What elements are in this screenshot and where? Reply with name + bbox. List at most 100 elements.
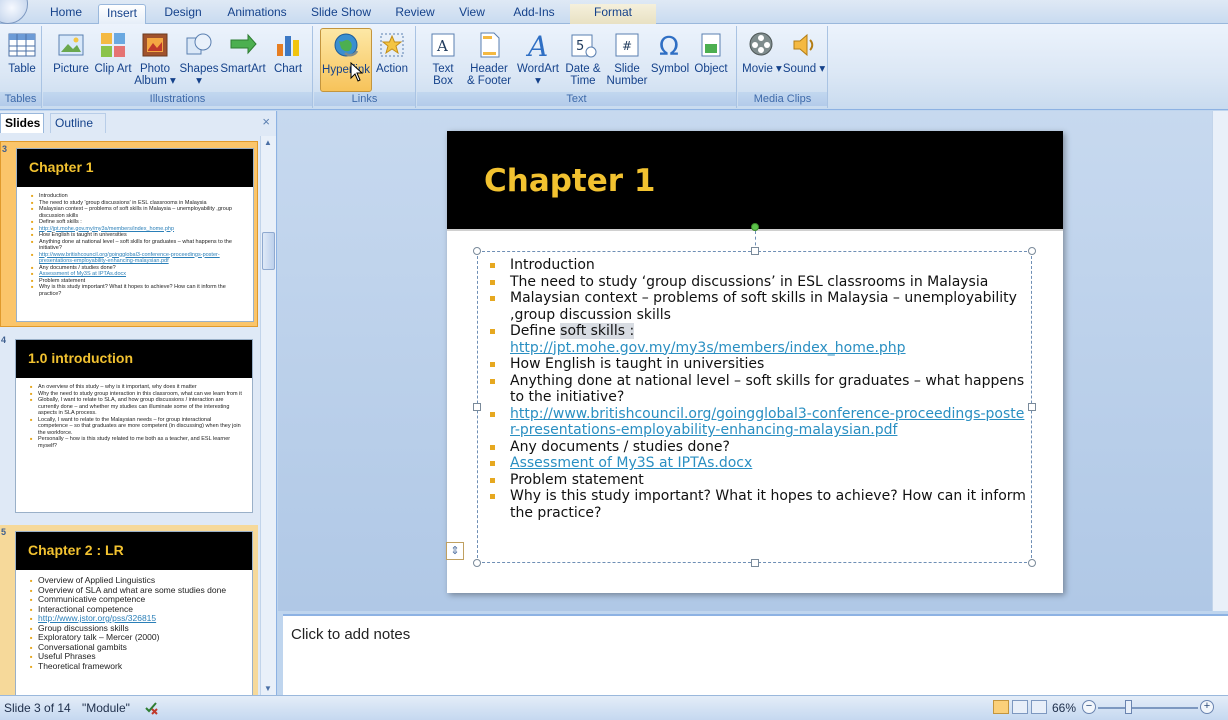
spell-check-icon[interactable] bbox=[143, 699, 159, 715]
object-button[interactable]: Object bbox=[689, 28, 733, 90]
autofit-options-icon[interactable]: ⇕ bbox=[446, 542, 464, 560]
notes-placeholder[interactable]: Click to add notes bbox=[291, 626, 410, 643]
thumb-title: Chapter 1 bbox=[17, 149, 253, 187]
picture-button[interactable]: Picture bbox=[49, 28, 93, 90]
text-box-button[interactable]: A Text Box bbox=[421, 28, 465, 90]
zoom-in-icon[interactable]: + bbox=[1200, 700, 1214, 714]
scroll-down-icon[interactable]: ▼ bbox=[264, 684, 272, 693]
svg-text:A: A bbox=[436, 37, 448, 55]
group-links: Hyperlink Action Links bbox=[314, 26, 416, 108]
bullet-list[interactable]: Introduction The need to study ‘group di… bbox=[487, 257, 1027, 521]
speaker-icon bbox=[793, 33, 814, 57]
object-label: Object bbox=[694, 63, 728, 75]
resize-handle-sw[interactable] bbox=[473, 559, 481, 567]
thumb-body: Introduction The need to study 'group di… bbox=[17, 193, 253, 297]
scroll-thumb[interactable] bbox=[262, 232, 275, 270]
header-footer-button[interactable]: Header & Footer bbox=[465, 28, 513, 90]
rotation-handle[interactable] bbox=[751, 223, 759, 231]
wordart-label: WordArt ▾ bbox=[517, 63, 559, 87]
hyperlink[interactable]: http://www.britishcouncil.org/goinggloba… bbox=[510, 406, 1024, 439]
shapes-button[interactable]: Shapes ▾ bbox=[177, 28, 221, 90]
tab-slide-show[interactable]: Slide Show bbox=[306, 4, 376, 24]
tab-review[interactable]: Review bbox=[388, 4, 442, 24]
tab-design[interactable]: Design bbox=[156, 4, 210, 24]
table-button[interactable]: Table bbox=[0, 28, 44, 90]
clip-art-button[interactable]: Clip Art bbox=[91, 28, 135, 90]
calendar-icon: 5 bbox=[571, 34, 597, 58]
thumbnail-scrollbar[interactable]: ▲ ▼ bbox=[260, 136, 276, 695]
slide-counter: Slide 3 of 14 bbox=[4, 701, 71, 715]
notes-pane[interactable]: Click to add notes bbox=[283, 614, 1228, 695]
thumb-number: 3 bbox=[2, 144, 8, 154]
hyperlink[interactable]: http://jpt.mohe.gov.my/my3s/members/inde… bbox=[510, 340, 906, 356]
picture-icon bbox=[58, 34, 84, 56]
movie-button[interactable]: Movie ▾ bbox=[740, 28, 784, 90]
tab-slides[interactable]: Slides bbox=[0, 113, 44, 133]
hyperlink-button[interactable]: Hyperlink bbox=[320, 28, 372, 92]
omega-icon: Ω bbox=[659, 32, 679, 60]
photo-album-label: Photo Album ▾ bbox=[134, 63, 176, 87]
action-button[interactable]: Action bbox=[370, 28, 414, 90]
tab-animations[interactable]: Animations bbox=[220, 4, 294, 24]
zoom-out-icon[interactable]: − bbox=[1082, 700, 1096, 714]
bullet-item: Malaysian context – problems of soft ski… bbox=[487, 290, 1027, 323]
globe-link-icon bbox=[334, 33, 359, 57]
zoom-level[interactable]: 66% bbox=[1052, 701, 1076, 715]
selected-text[interactable]: soft skills : bbox=[560, 323, 635, 339]
slide-thumbnail-4[interactable]: 4 1.0 introduction An overview of this s… bbox=[0, 333, 258, 519]
zoom-slider[interactable] bbox=[1098, 707, 1198, 709]
resize-handle-nw[interactable] bbox=[473, 247, 481, 255]
clip-art-label: Clip Art bbox=[94, 63, 132, 75]
scroll-up-icon[interactable]: ▲ bbox=[264, 138, 272, 147]
slide-title-bar: Chapter 1 bbox=[447, 131, 1063, 229]
resize-handle-w[interactable] bbox=[473, 403, 481, 411]
tab-home[interactable]: Home bbox=[40, 4, 92, 24]
svg-text:Ω: Ω bbox=[659, 32, 679, 60]
slide-number-label: Slide Number bbox=[606, 63, 648, 87]
resize-handle-se[interactable] bbox=[1028, 559, 1036, 567]
tab-outline[interactable]: Outline bbox=[50, 113, 106, 133]
close-panel-icon[interactable]: × bbox=[262, 114, 270, 129]
hyperlink[interactable]: Assessment of My3S at IPTAs.docx bbox=[510, 455, 752, 471]
theme-name: "Module" bbox=[82, 701, 130, 715]
resize-handle-s[interactable] bbox=[751, 559, 759, 567]
thumbnail-list: 3 Chapter 1 Introduction The need to stu… bbox=[0, 133, 261, 695]
status-bar: Slide 3 of 14 "Module" 66% − + bbox=[0, 695, 1228, 720]
bullet-item: Assessment of My3S at IPTAs.docx bbox=[487, 455, 1027, 472]
tab-format[interactable]: Format bbox=[570, 4, 656, 24]
slide-number-button[interactable]: # Slide Number bbox=[605, 28, 649, 90]
thumb-body: Overview of Applied Linguistics Overview… bbox=[16, 575, 252, 671]
slide-thumbnail-3[interactable]: 3 Chapter 1 Introduction The need to stu… bbox=[0, 141, 258, 327]
thumb-line: Globally, I want to relate to SLA, and h… bbox=[30, 397, 242, 417]
sound-button[interactable]: Sound ▾ bbox=[782, 28, 826, 90]
photo-album-button[interactable]: Photo Album ▾ bbox=[134, 28, 176, 90]
tab-add-ins[interactable]: Add-Ins bbox=[504, 4, 564, 24]
bullet-text: Any documents / studies done? bbox=[510, 438, 730, 455]
symbol-button[interactable]: Ω Symbol bbox=[648, 28, 692, 90]
normal-view-icon[interactable] bbox=[993, 700, 1009, 714]
svg-text:#: # bbox=[622, 39, 632, 53]
smartart-button[interactable]: SmartArt bbox=[219, 28, 267, 90]
thumb-line: Why is this study important? What it hop… bbox=[31, 284, 243, 297]
thumb-line: Personally – how is this study related t… bbox=[30, 436, 242, 449]
tab-view[interactable]: View bbox=[452, 4, 492, 24]
tab-insert[interactable]: Insert bbox=[98, 4, 146, 25]
resize-handle-ne[interactable] bbox=[1028, 247, 1036, 255]
office-button[interactable] bbox=[0, 0, 28, 24]
slide-thumbnail-5[interactable]: 5 Chapter 2 : LR Overview of Applied Lin… bbox=[0, 525, 258, 695]
group-tables-label: Tables bbox=[0, 92, 41, 106]
thumb-preview: Chapter 2 : LR Overview of Applied Lingu… bbox=[15, 531, 253, 695]
slide-scrollbar[interactable] bbox=[1212, 111, 1228, 611]
bullet-item: How English is taught in universities bbox=[487, 356, 1027, 373]
slide-show-icon[interactable] bbox=[1031, 700, 1047, 714]
resize-handle-e[interactable] bbox=[1028, 403, 1036, 411]
resize-handle-n[interactable] bbox=[751, 247, 759, 255]
slide-canvas[interactable]: Chapter 1 Introduction The need to study… bbox=[447, 131, 1063, 593]
zoom-slider-thumb[interactable] bbox=[1125, 700, 1132, 714]
film-reel-icon bbox=[749, 32, 773, 56]
date-time-button[interactable]: 5 Date & Time bbox=[561, 28, 605, 90]
chart-button[interactable]: Chart bbox=[267, 28, 309, 90]
slide-title[interactable]: Chapter 1 bbox=[484, 163, 655, 199]
wordart-button[interactable]: A WordArt ▾ bbox=[515, 28, 561, 90]
slide-sorter-icon[interactable] bbox=[1012, 700, 1028, 714]
